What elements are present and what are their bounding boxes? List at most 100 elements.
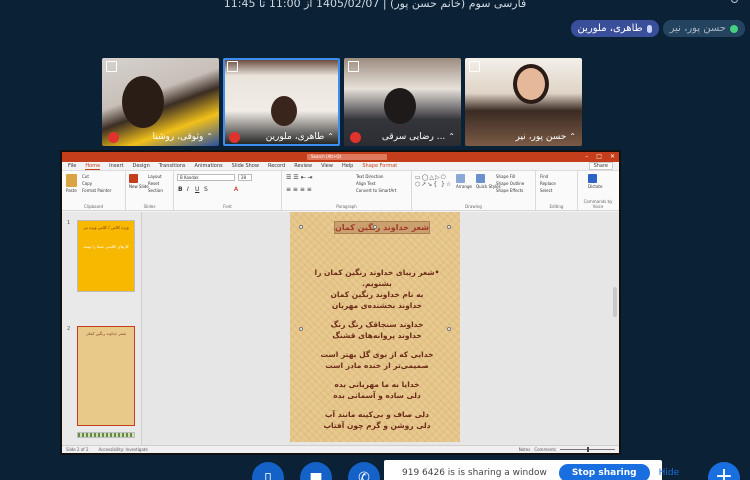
tab-record[interactable]: Record	[268, 163, 285, 169]
strike-icon[interactable]: S	[204, 186, 208, 193]
selection-handle[interactable]	[373, 225, 377, 229]
cut-button[interactable]: Cut	[82, 174, 89, 179]
chevron-up-icon[interactable]: ⌃	[327, 132, 334, 141]
chevron-up-icon[interactable]: ⌃	[569, 132, 576, 141]
plus-icon: +	[714, 464, 734, 480]
zoom-slider[interactable]	[560, 447, 615, 452]
shared-screen-powerpoint[interactable]: Presentation - PowerPoint Search (Alt+Q)…	[60, 150, 621, 455]
video-tiles: وثوقی، روشنا ⌃ طاهری، ملورین ⌃ رضایی سرقی …	[102, 58, 582, 146]
slide-canvas[interactable]: شعر خداوند رنگین کمان •شعر زیبای خداوند …	[142, 212, 619, 445]
close-icon[interactable]: ✕	[610, 153, 615, 160]
video-tile[interactable]: وثوقی، روشنا ⌃	[102, 58, 219, 146]
share-button[interactable]: Share	[588, 162, 613, 170]
ppt-search-box[interactable]: Search (Alt+Q)	[307, 154, 387, 160]
italic-icon[interactable]: I	[187, 186, 189, 193]
slide-thumbnail-partial[interactable]	[77, 432, 135, 438]
tab-animations[interactable]: Animations	[195, 163, 223, 169]
minimize-icon[interactable]: –	[585, 153, 588, 160]
align-text-button[interactable]: Align Text	[356, 181, 375, 186]
active-speaker-pill[interactable]: طاهری، ملورین	[570, 20, 659, 37]
arrange-button[interactable]: Arrange	[456, 174, 472, 189]
chevron-up-icon[interactable]: ⌃	[448, 132, 455, 141]
zoom-slider-thumb[interactable]	[587, 447, 589, 452]
find-button[interactable]: Find	[540, 174, 548, 179]
tab-slide-show[interactable]: Slide Show	[232, 163, 259, 169]
maximize-icon[interactable]: □	[596, 153, 602, 160]
add-button[interactable]: +	[708, 462, 740, 480]
select-button[interactable]: Select	[540, 188, 552, 193]
dictate-button[interactable]: Dictate	[588, 174, 602, 189]
thumbnail-title: شعر خداوند رنگین کمان	[85, 331, 126, 336]
chevron-up-icon[interactable]: ⌃	[206, 132, 213, 141]
text-direction-button[interactable]: Text Direction	[356, 174, 383, 179]
video-tile[interactable]: رضایی سرقی ... ⌃	[344, 58, 461, 146]
camera-button[interactable]: ■	[300, 462, 332, 480]
expand-icon[interactable]	[348, 61, 359, 72]
font-color-icon[interactable]: A	[234, 186, 238, 193]
tab-design[interactable]: Design	[132, 163, 149, 169]
tab-review[interactable]: Review	[294, 163, 312, 169]
slide-thumbnail[interactable]: ویژه کلاس / کلاس ویژه نیر کارهای کلاسی ش…	[77, 220, 135, 292]
group-voice: Dictate Commands by Voice	[578, 171, 618, 210]
group-clipboard: Paste Cut Copy Format Painter Clipboard	[62, 171, 126, 210]
poem-textbox[interactable]: •شعر زیبای خداوند رنگین کمان را بشنویم. …	[302, 267, 452, 439]
phone-icon: ✆	[358, 470, 370, 480]
replace-button[interactable]: Replace	[540, 181, 556, 186]
accessibility-status[interactable]: Accessibility: Investigate	[99, 447, 148, 452]
group-paragraph: ☰ ☰ ⇤ ⇥ ≡ ≡ ≡ ≡ Text Direction Align Tex…	[282, 171, 412, 210]
leave-button[interactable]: ▯	[252, 462, 284, 480]
slide-thumbnail[interactable]: شعر خداوند رنگین کمان	[77, 326, 135, 426]
copy-button[interactable]: Copy	[82, 181, 92, 186]
tab-help[interactable]: Help	[342, 163, 353, 169]
shape-fill-button[interactable]: Shape Fill	[496, 174, 515, 179]
group-drawing: ▭◯△▷⬠ ⬡↗↘{ }☆ Arrange Quick Styles Shape …	[412, 171, 536, 210]
ribbon-tabs: File Home Insert Design Transitions Anim…	[62, 162, 619, 171]
vertical-scrollbar[interactable]	[613, 287, 617, 317]
format-painter-button[interactable]: Format Painter	[82, 188, 111, 193]
door-icon: ▯	[264, 470, 272, 480]
section-button[interactable]: Section	[148, 188, 163, 193]
expand-icon[interactable]	[227, 61, 238, 72]
convert-smartart-button[interactable]: Convert to SmartArt	[356, 188, 396, 193]
underline-icon[interactable]: U	[195, 186, 199, 193]
shape-outline-button[interactable]: Shape Outline	[496, 181, 524, 186]
expand-icon[interactable]	[469, 61, 480, 72]
notes-button[interactable]: Notes	[519, 447, 531, 452]
tab-shape-format[interactable]: Shape Format	[362, 163, 397, 169]
tab-home[interactable]: Home	[85, 163, 101, 170]
comments-button[interactable]: Comments	[534, 447, 556, 452]
group-label: Paragraph	[336, 204, 357, 209]
poem-stanza: •شعر زیبای خداوند رنگین کمان را بشنویم. …	[302, 267, 452, 311]
participants-icon[interactable]	[726, 0, 742, 8]
group-label: Commands by Voice	[583, 199, 613, 209]
new-slide-button[interactable]: New Slide	[129, 174, 149, 189]
tab-transitions[interactable]: Transitions	[159, 163, 186, 169]
slide-title[interactable]: شعر خداوند رنگین کمان	[334, 221, 430, 234]
shape-effects-button[interactable]: Shape Effects	[496, 188, 523, 193]
phone-button[interactable]: ✆	[348, 462, 380, 480]
paste-button[interactable]: Paste	[66, 174, 77, 193]
reset-button[interactable]: Reset	[148, 181, 159, 186]
layout-button[interactable]: Layout	[148, 174, 162, 179]
hide-button[interactable]: Hide	[659, 468, 680, 478]
participant-name: رضایی سرقی ...	[381, 131, 446, 142]
video-tile[interactable]: طاهری، ملورین ⌃	[223, 58, 340, 146]
video-tile[interactable]: حسن پور، نیر ⌃	[465, 58, 582, 146]
selection-handle[interactable]	[447, 225, 451, 229]
shapes-gallery-icon[interactable]: ▭◯△▷⬠ ⬡↗↘{ }☆	[415, 174, 452, 188]
paste-label: Paste	[66, 188, 77, 193]
tab-insert[interactable]: Insert	[109, 163, 123, 169]
tab-view[interactable]: View	[321, 163, 333, 169]
expand-icon[interactable]	[106, 61, 117, 72]
bold-icon[interactable]: B	[178, 186, 183, 193]
stop-sharing-button[interactable]: Stop sharing	[558, 464, 650, 480]
dictate-label: Dictate	[588, 184, 603, 189]
selection-handle[interactable]	[299, 225, 303, 229]
align-icon[interactable]: ≡ ≡ ≡ ≡	[286, 186, 312, 193]
bullets-icon[interactable]: ☰ ☰ ⇤ ⇥	[286, 174, 313, 181]
host-pill[interactable]: حسن پور، نیر	[662, 20, 745, 37]
font-name-select[interactable]: B Koodak	[177, 174, 235, 181]
font-size-select[interactable]: 28	[238, 174, 252, 181]
tab-file[interactable]: File	[68, 163, 76, 169]
current-slide[interactable]: شعر خداوند رنگین کمان •شعر زیبای خداوند …	[290, 212, 460, 442]
